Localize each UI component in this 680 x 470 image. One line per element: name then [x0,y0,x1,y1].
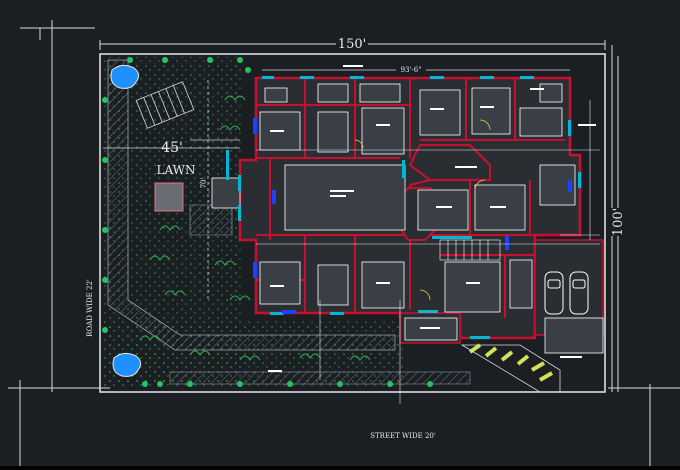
road-side-label: ROAD WIDE 22' [86,279,94,337]
gazebo [154,182,184,212]
lawn-width-label: 45' [161,140,183,156]
lawn-label: LAWN [157,163,196,177]
overall-depth-label: 100' [611,208,626,236]
site-plan-drawing: 150' 100' 45' LAWN 70' ROAD WIDE 22' STR… [8,20,680,466]
lawn-depth-label: 70' [200,178,208,189]
pool-top [110,64,140,89]
overall-width-label: 150' [338,37,366,52]
street-front-label: STREET WIDE 20' [370,432,436,440]
pool-bottom [112,352,142,377]
cad-drawing-canvas: 150' 100' 45' LAWN 70' ROAD WIDE 22' STR… [0,0,680,466]
house-width-label: 93'-6" [401,66,422,74]
dimension-150: 150' [99,36,606,52]
house-width-dimension: 93'-6" [262,63,570,74]
